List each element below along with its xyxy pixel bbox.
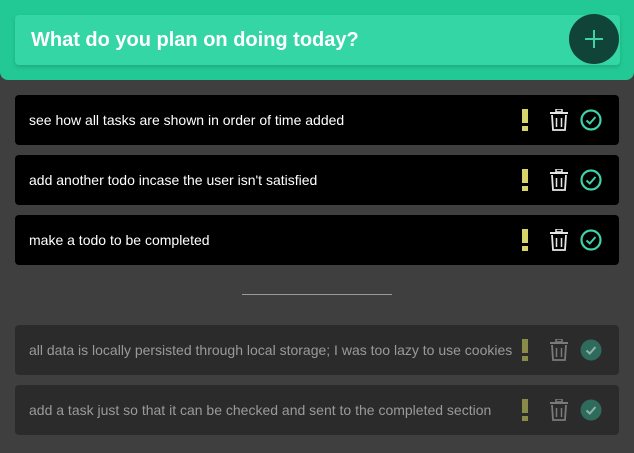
todo-text: add a task just so that it can be checke… — [29, 402, 492, 418]
trash-icon[interactable] — [549, 169, 569, 191]
todo-item: make a todo to be completed — [15, 215, 619, 265]
trash-icon[interactable] — [549, 399, 569, 421]
completed-todo-item: all data is locally persisted through lo… — [15, 325, 619, 375]
active-todo-list: see how all tasks are shown in order of … — [15, 95, 619, 275]
trash-icon[interactable] — [549, 109, 569, 131]
completed-todo-list: all data is locally persisted through lo… — [15, 325, 619, 445]
todo-text: all data is locally persisted through lo… — [29, 342, 513, 358]
check-circle-icon[interactable] — [580, 339, 602, 361]
check-circle-icon[interactable] — [580, 109, 602, 131]
todo-item: add another todo incase the user isn't s… — [15, 155, 619, 205]
add-todo-button[interactable] — [569, 14, 619, 64]
trash-icon[interactable] — [549, 339, 569, 361]
exclamation-icon[interactable] — [518, 339, 532, 361]
exclamation-icon[interactable] — [518, 109, 532, 131]
new-todo-input[interactable] — [15, 15, 555, 65]
todo-item: see how all tasks are shown in order of … — [15, 95, 619, 145]
todo-text: see how all tasks are shown in order of … — [29, 112, 345, 128]
check-circle-icon[interactable] — [580, 229, 602, 251]
plus-icon — [585, 30, 603, 48]
trash-icon[interactable] — [549, 229, 569, 251]
check-circle-icon[interactable] — [580, 399, 602, 421]
new-todo-bar — [15, 15, 620, 65]
completed-todo-item: add a task just so that it can be checke… — [15, 385, 619, 435]
section-divider — [242, 294, 392, 295]
header-bar — [0, 0, 634, 80]
exclamation-icon[interactable] — [518, 399, 532, 421]
todo-text: add another todo incase the user isn't s… — [29, 172, 318, 188]
exclamation-icon[interactable] — [518, 169, 532, 191]
check-circle-icon[interactable] — [580, 169, 602, 191]
todo-text: make a todo to be completed — [29, 232, 210, 248]
exclamation-icon[interactable] — [518, 229, 532, 251]
